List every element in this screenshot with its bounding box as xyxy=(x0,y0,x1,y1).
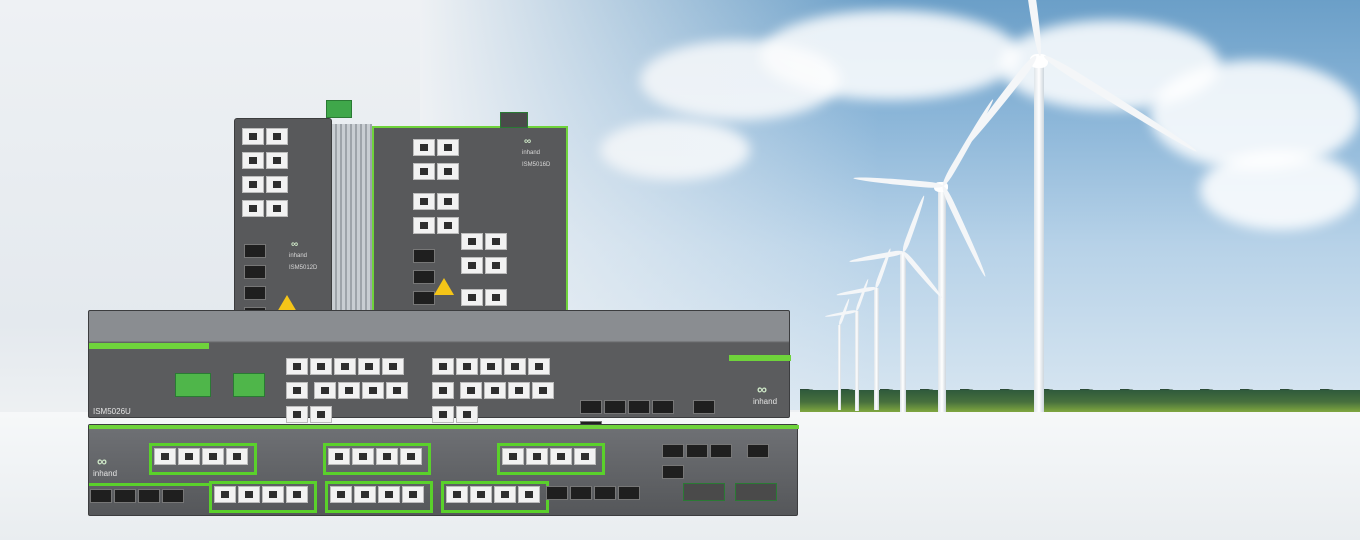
heatsink xyxy=(332,124,372,338)
inhand-logo-icon: ∞ xyxy=(757,381,767,397)
brand-label: inhand xyxy=(522,150,541,156)
terminal-block xyxy=(175,373,211,397)
inhand-logo-icon: ∞ xyxy=(97,453,107,469)
inhand-logo-icon: ∞ xyxy=(291,239,299,250)
model-label: ISM5012D xyxy=(289,265,318,271)
rack-model-label: ISM5026U xyxy=(93,407,131,416)
rack-switch-top: ISM5026U ∞ inhand xyxy=(88,310,791,435)
model-label: ISM5016D xyxy=(522,162,551,168)
brand-label: inhand xyxy=(753,397,778,406)
terminal-block xyxy=(326,100,352,118)
warning-icon xyxy=(434,278,454,295)
terminal-block xyxy=(233,373,265,397)
brand-label: inhand xyxy=(93,469,118,478)
inhand-logo-icon: ∞ xyxy=(524,136,532,147)
cloud xyxy=(1200,150,1360,230)
rack-switch-bottom: ∞ inhand xyxy=(88,424,799,516)
brand-label: inhand xyxy=(289,253,308,259)
terminal-block xyxy=(735,483,777,501)
din-switch-left: ∞ inhand ISM5012D xyxy=(234,118,332,340)
terminal-block xyxy=(500,112,528,128)
terminal-block xyxy=(683,483,725,501)
